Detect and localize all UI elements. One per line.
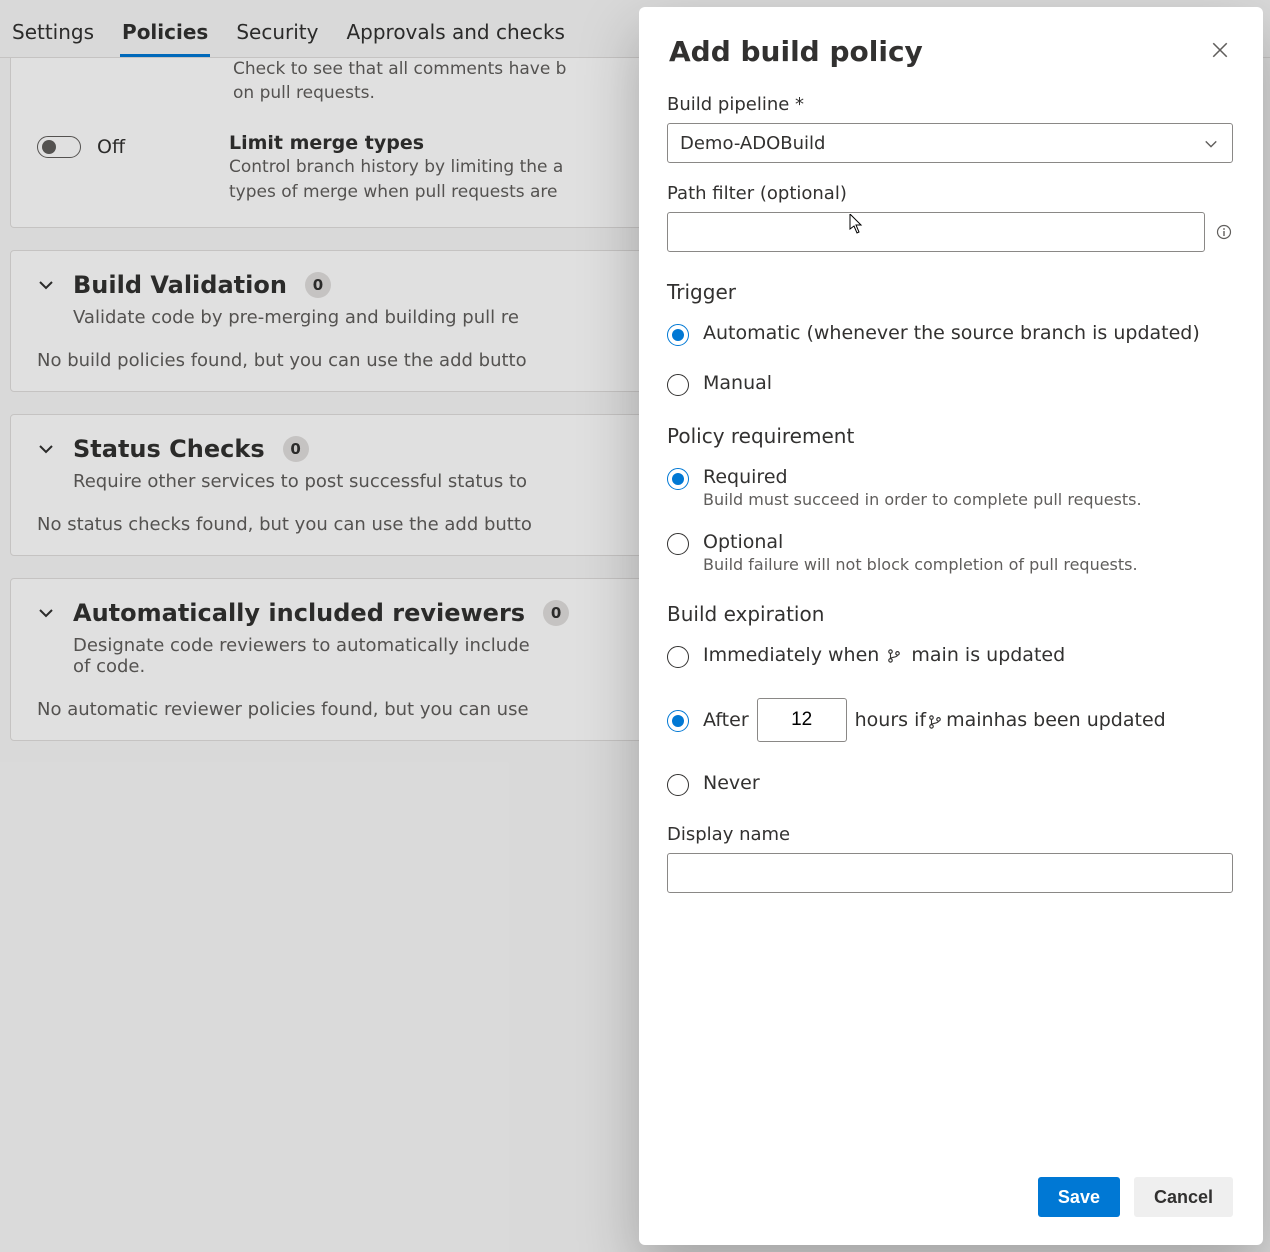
requirement-optional-sub: Build failure will not block completion …	[703, 555, 1138, 574]
panel-title: Add build policy	[669, 35, 923, 68]
trigger-manual-label: Manual	[703, 372, 772, 394]
trigger-automatic-radio[interactable]	[667, 324, 689, 346]
requirement-required-label: Required	[703, 466, 1142, 488]
path-filter-label: Path filter (optional)	[667, 183, 1233, 204]
display-name-input[interactable]	[667, 853, 1233, 893]
save-button[interactable]: Save	[1038, 1177, 1120, 1217]
expiration-immediate-radio[interactable]	[667, 646, 689, 668]
close-icon[interactable]	[1211, 41, 1233, 63]
path-filter-input[interactable]	[667, 212, 1205, 252]
expiration-immediate-label: Immediately when main is updated	[703, 644, 1065, 666]
policy-requirement-label: Policy requirement	[667, 424, 1233, 448]
build-pipeline-value: Demo-ADOBuild	[680, 133, 825, 154]
chevron-down-icon	[1204, 135, 1220, 151]
branch-icon	[928, 712, 944, 728]
branch-icon	[887, 646, 903, 662]
trigger-automatic-label: Automatic (whenever the source branch is…	[703, 322, 1200, 344]
display-name-label: Display name	[667, 824, 1233, 845]
build-pipeline-select[interactable]: Demo-ADOBuild	[667, 123, 1233, 163]
requirement-required-sub: Build must succeed in order to complete …	[703, 490, 1142, 509]
expiration-hours-input[interactable]	[757, 698, 847, 742]
build-expiration-label: Build expiration	[667, 602, 1233, 626]
trigger-manual-radio[interactable]	[667, 374, 689, 396]
pipeline-label: Build pipeline *	[667, 94, 1233, 115]
requirement-optional-label: Optional	[703, 531, 1138, 553]
expiration-after-label: After hours if main has been updated	[703, 698, 1166, 742]
info-icon[interactable]	[1215, 223, 1233, 241]
trigger-label: Trigger	[667, 280, 1233, 304]
expiration-never-radio[interactable]	[667, 774, 689, 796]
expiration-never-label: Never	[703, 772, 760, 794]
expiration-after-radio[interactable]	[667, 710, 689, 732]
requirement-required-radio[interactable]	[667, 468, 689, 490]
add-build-policy-panel: Add build policy Build pipeline * Demo-A…	[639, 7, 1263, 1245]
requirement-optional-radio[interactable]	[667, 533, 689, 555]
cancel-button[interactable]: Cancel	[1134, 1177, 1233, 1217]
